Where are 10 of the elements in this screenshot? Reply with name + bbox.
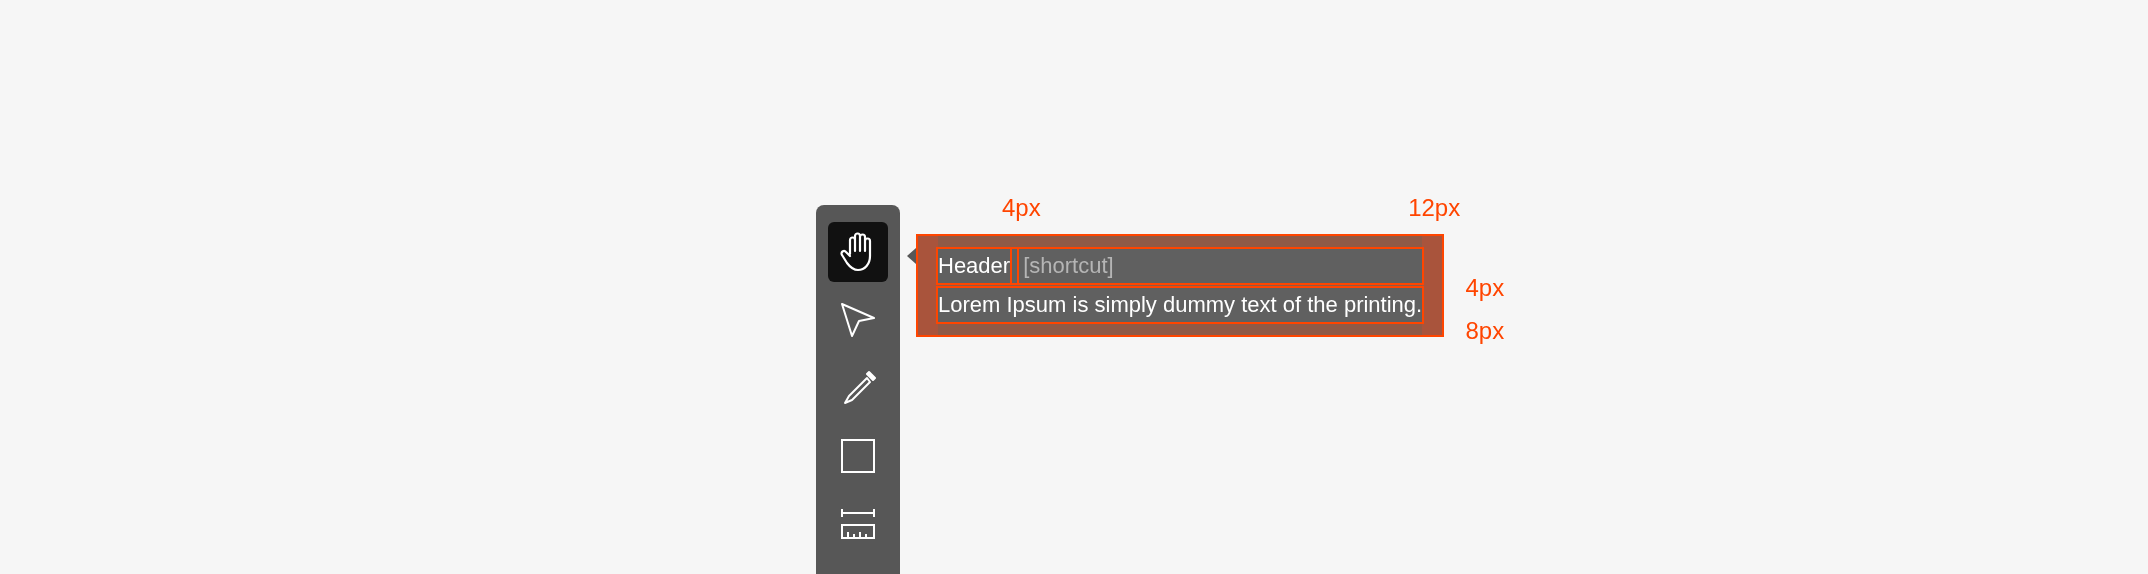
tooltip-header: Header [938,249,1013,283]
spacing-label: 12px [1408,194,1461,222]
spacing-label: 4px [1465,274,1505,302]
spacing-label: 4px [1002,194,1041,222]
tooltip-body: Lorem Ipsum is simply dummy text of the printing. [938,291,1423,319]
spacing-label: 8px [1465,317,1505,345]
pointer-icon [840,302,876,338]
tool-button[interactable] [828,222,888,282]
square-icon [840,438,876,474]
ruler-icon [840,508,876,540]
